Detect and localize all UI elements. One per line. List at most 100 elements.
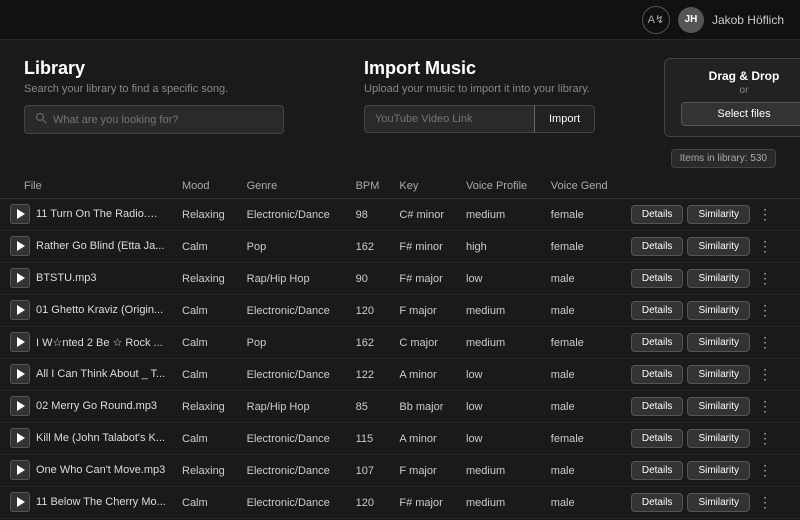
actions-cell-9: Details Similarity ⋮ (631, 492, 792, 513)
cell-genre-0: Electronic/Dance (239, 199, 348, 231)
actions-cell-6: Details Similarity ⋮ (631, 396, 792, 417)
more-button-8[interactable]: ⋮ (754, 460, 776, 481)
col-header-mood: Mood (174, 174, 239, 199)
more-button-9[interactable]: ⋮ (754, 492, 776, 513)
cell-voice-gender-0: female (543, 199, 623, 231)
filename-7: Kill Me (John Talabot's K... (36, 432, 165, 444)
library-title: Library (24, 58, 324, 79)
items-count-row: Items in library: 530 (0, 149, 800, 174)
table-row: I W☆nted 2 Be ☆ Rock ... Calm Pop 162 C … (0, 327, 800, 359)
similarity-button-4[interactable]: Similarity (687, 333, 750, 352)
cell-voice-profile-3: medium (458, 295, 543, 327)
more-button-7[interactable]: ⋮ (754, 428, 776, 449)
cell-bpm-6: 85 (348, 391, 392, 423)
cell-mood-0: Relaxing (174, 199, 239, 231)
music-table: File Mood Genre BPM Key Voice Profile Vo… (0, 174, 800, 520)
similarity-button-0[interactable]: Similarity (687, 205, 750, 224)
play-button-7[interactable] (10, 428, 30, 448)
actions-cell-0: Details Similarity ⋮ (631, 204, 792, 225)
similarity-button-6[interactable]: Similarity (687, 397, 750, 416)
cell-mood-7: Calm (174, 423, 239, 455)
table-row: 02 Merry Go Round.mp3 Relaxing Rap/Hip H… (0, 391, 800, 423)
more-button-5[interactable]: ⋮ (754, 364, 776, 385)
more-button-6[interactable]: ⋮ (754, 396, 776, 417)
cell-key-3: F major (391, 295, 458, 327)
play-button-0[interactable] (10, 204, 30, 224)
play-button-8[interactable] (10, 460, 30, 480)
similarity-button-2[interactable]: Similarity (687, 269, 750, 288)
play-button-9[interactable] (10, 492, 30, 512)
table-container[interactable]: File Mood Genre BPM Key Voice Profile Vo… (0, 174, 800, 520)
actions-cell-3: Details Similarity ⋮ (631, 300, 792, 321)
table-row: 01 Ghetto Kraviz (Origin... Calm Electro… (0, 295, 800, 327)
details-button-6[interactable]: Details (631, 397, 684, 416)
youtube-input[interactable] (364, 105, 534, 133)
import-title: Import Music (364, 58, 624, 79)
similarity-button-1[interactable]: Similarity (687, 237, 750, 256)
actions-cell-7: Details Similarity ⋮ (631, 428, 792, 449)
play-button-6[interactable] (10, 396, 30, 416)
similarity-button-8[interactable]: Similarity (687, 461, 750, 480)
col-header-genre: Genre (239, 174, 348, 199)
more-button-1[interactable]: ⋮ (754, 236, 776, 257)
drag-drop-box: Drag & Drop or Select files (664, 58, 800, 137)
play-button-1[interactable] (10, 236, 30, 256)
play-button-2[interactable] (10, 268, 30, 288)
details-button-4[interactable]: Details (631, 333, 684, 352)
play-icon-2 (17, 273, 25, 283)
cell-genre-4: Pop (239, 327, 348, 359)
cell-file: BTSTU.mp3 (0, 263, 174, 293)
play-button-4[interactable] (10, 332, 30, 352)
similarity-button-5[interactable]: Similarity (687, 365, 750, 384)
details-button-7[interactable]: Details (631, 429, 684, 448)
cell-mood-8: Relaxing (174, 455, 239, 487)
play-button-3[interactable] (10, 300, 30, 320)
similarity-button-9[interactable]: Similarity (687, 493, 750, 512)
search-input[interactable] (53, 114, 273, 126)
more-button-2[interactable]: ⋮ (754, 268, 776, 289)
cell-bpm-7: 115 (348, 423, 392, 455)
details-button-9[interactable]: Details (631, 493, 684, 512)
similarity-button-7[interactable]: Similarity (687, 429, 750, 448)
table-row: 11 Turn On The Radio.mp3 Relaxing Electr… (0, 199, 800, 231)
more-button-0[interactable]: ⋮ (754, 204, 776, 225)
cell-bpm-1: 162 (348, 231, 392, 263)
cell-mood-3: Calm (174, 295, 239, 327)
cell-key-2: F# major (391, 263, 458, 295)
cell-voice-gender-8: male (543, 455, 623, 487)
details-button-0[interactable]: Details (631, 205, 684, 224)
details-button-1[interactable]: Details (631, 237, 684, 256)
details-button-3[interactable]: Details (631, 301, 684, 320)
import-button[interactable]: Import (534, 105, 595, 133)
cell-voice-gender-5: male (543, 359, 623, 391)
details-button-5[interactable]: Details (631, 365, 684, 384)
similarity-button-3[interactable]: Similarity (687, 301, 750, 320)
cell-actions-8: Details Similarity ⋮ (623, 455, 800, 487)
cell-voice-profile-5: low (458, 359, 543, 391)
cell-bpm-0: 98 (348, 199, 392, 231)
drag-drop-label: Drag & Drop (681, 69, 800, 83)
cell-mood-6: Relaxing (174, 391, 239, 423)
cell-file: Rather Go Blind (Etta Ja... (0, 231, 174, 261)
table-row: Rather Go Blind (Etta Ja... Calm Pop 162… (0, 231, 800, 263)
play-icon-0 (17, 209, 25, 219)
play-button-5[interactable] (10, 364, 30, 384)
more-button-3[interactable]: ⋮ (754, 300, 776, 321)
filename-8: One Who Can't Move.mp3 (36, 464, 165, 476)
cell-mood-1: Calm (174, 231, 239, 263)
cell-key-8: F major (391, 455, 458, 487)
actions-cell-5: Details Similarity ⋮ (631, 364, 792, 385)
filename-0: 11 Turn On The Radio.mp3 (36, 208, 166, 220)
more-button-4[interactable]: ⋮ (754, 332, 776, 353)
import-subtitle: Upload your music to import it into your… (364, 83, 624, 95)
import-section: Import Music Upload your music to import… (364, 58, 624, 133)
cell-file: One Who Can't Move.mp3 (0, 455, 174, 485)
col-header-key: Key (391, 174, 458, 199)
library-section: Library Search your library to find a sp… (24, 58, 324, 134)
search-box (24, 105, 284, 134)
filename-5: All I Can Think About _ T... (36, 368, 165, 380)
cell-voice-gender-7: female (543, 423, 623, 455)
select-files-button[interactable]: Select files (681, 102, 800, 126)
details-button-2[interactable]: Details (631, 269, 684, 288)
details-button-8[interactable]: Details (631, 461, 684, 480)
